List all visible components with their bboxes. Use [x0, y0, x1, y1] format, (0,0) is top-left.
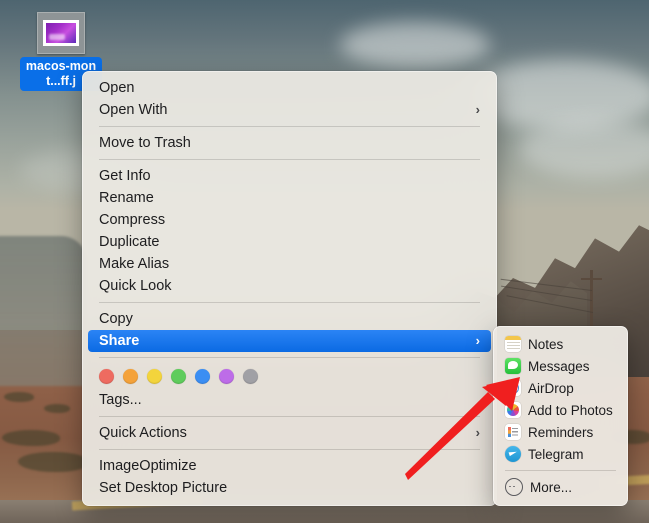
submenu-separator [505, 470, 616, 471]
menu-item-label: Set Desktop Picture [99, 477, 227, 499]
share-item-label: Reminders [528, 425, 593, 440]
share-item-more[interactable]: More... [499, 476, 622, 498]
tag-swatch-green[interactable] [171, 369, 186, 384]
share-item-label: Notes [528, 337, 563, 352]
mesa-silhouette [0, 236, 87, 386]
airdrop-icon [505, 380, 521, 396]
menu-separator [99, 449, 480, 450]
desert-brush [18, 452, 88, 472]
share-item-reminders[interactable]: Reminders [499, 421, 622, 443]
menu-separator [99, 126, 480, 127]
tag-swatch-purple[interactable] [219, 369, 234, 384]
context-menu: Open Open With › Move to Trash Get Info … [82, 71, 497, 506]
menu-item-copy[interactable]: Copy [88, 308, 491, 330]
telegram-icon [505, 446, 521, 462]
share-item-label: AirDrop [528, 381, 574, 396]
menu-item-label: Compress [99, 209, 165, 231]
share-item-notes[interactable]: Notes [499, 333, 622, 355]
share-item-telegram[interactable]: Telegram [499, 443, 622, 465]
tag-color-row [83, 363, 496, 389]
tag-swatch-yellow[interactable] [147, 369, 162, 384]
file-thumb-preview [46, 23, 76, 43]
menu-item-label: Make Alias [99, 253, 169, 275]
menu-separator [99, 159, 480, 160]
menu-item-label: Quick Look [99, 275, 172, 297]
share-item-label: Messages [528, 359, 590, 374]
messages-icon [505, 358, 521, 374]
desktop-screen: macos-mont...ff.j Open Open With › Move … [0, 0, 649, 523]
chevron-right-icon: › [476, 330, 480, 352]
photos-icon [505, 402, 521, 418]
power-pole-crossarm [581, 278, 602, 280]
reminders-icon [505, 424, 521, 440]
menu-item-share[interactable]: Share › [88, 330, 491, 352]
share-item-label: Telegram [528, 447, 584, 462]
menu-item-label: ImageOptimize [99, 455, 197, 477]
menu-item-label: Tags... [99, 389, 142, 411]
share-item-airdrop[interactable]: AirDrop [499, 377, 622, 399]
desert-brush [44, 404, 70, 413]
menu-item-label: Duplicate [99, 231, 159, 253]
menu-separator [99, 357, 480, 358]
tag-swatch-blue[interactable] [195, 369, 210, 384]
menu-item-set-desktop-picture[interactable]: Set Desktop Picture [88, 477, 491, 499]
menu-item-label: Rename [99, 187, 154, 209]
tag-swatch-orange[interactable] [123, 369, 138, 384]
menu-item-label: Open With [99, 99, 168, 121]
menu-item-label: Get Info [99, 165, 151, 187]
menu-item-label: Quick Actions [99, 422, 187, 444]
menu-item-make-alias[interactable]: Make Alias [88, 253, 491, 275]
menu-item-rename[interactable]: Rename [88, 187, 491, 209]
menu-item-label: Move to Trash [99, 132, 191, 154]
tag-swatch-gray[interactable] [243, 369, 258, 384]
chevron-right-icon: › [476, 422, 480, 444]
chevron-right-icon: › [476, 99, 480, 121]
more-icon [505, 478, 523, 496]
menu-item-move-to-trash[interactable]: Move to Trash [88, 132, 491, 154]
menu-item-label: Open [99, 77, 134, 99]
menu-item-label: Copy [99, 308, 133, 330]
cloud-shape [340, 22, 490, 68]
share-submenu: Notes Messages AirDrop Add to Photos Rem… [493, 326, 628, 506]
menu-separator [99, 302, 480, 303]
menu-item-quick-actions[interactable]: Quick Actions › [88, 422, 491, 444]
desert-brush [4, 392, 34, 402]
notes-icon [505, 336, 521, 352]
menu-item-compress[interactable]: Compress [88, 209, 491, 231]
menu-item-get-info[interactable]: Get Info [88, 165, 491, 187]
file-thumb-inner [43, 20, 79, 46]
share-item-label: Add to Photos [528, 403, 613, 418]
menu-item-imageoptimize[interactable]: ImageOptimize [88, 455, 491, 477]
image-file-icon [37, 12, 85, 54]
menu-item-open[interactable]: Open [88, 77, 491, 99]
menu-item-tags[interactable]: Tags... [88, 389, 491, 411]
desert-brush [2, 430, 60, 446]
menu-item-open-with[interactable]: Open With › [88, 99, 491, 121]
menu-item-label: Share [99, 330, 139, 352]
share-item-add-to-photos[interactable]: Add to Photos [499, 399, 622, 421]
tag-swatch-red[interactable] [99, 369, 114, 384]
menu-item-quick-look[interactable]: Quick Look [88, 275, 491, 297]
menu-item-duplicate[interactable]: Duplicate [88, 231, 491, 253]
share-item-messages[interactable]: Messages [499, 355, 622, 377]
menu-separator [99, 416, 480, 417]
share-item-label: More... [530, 480, 572, 495]
